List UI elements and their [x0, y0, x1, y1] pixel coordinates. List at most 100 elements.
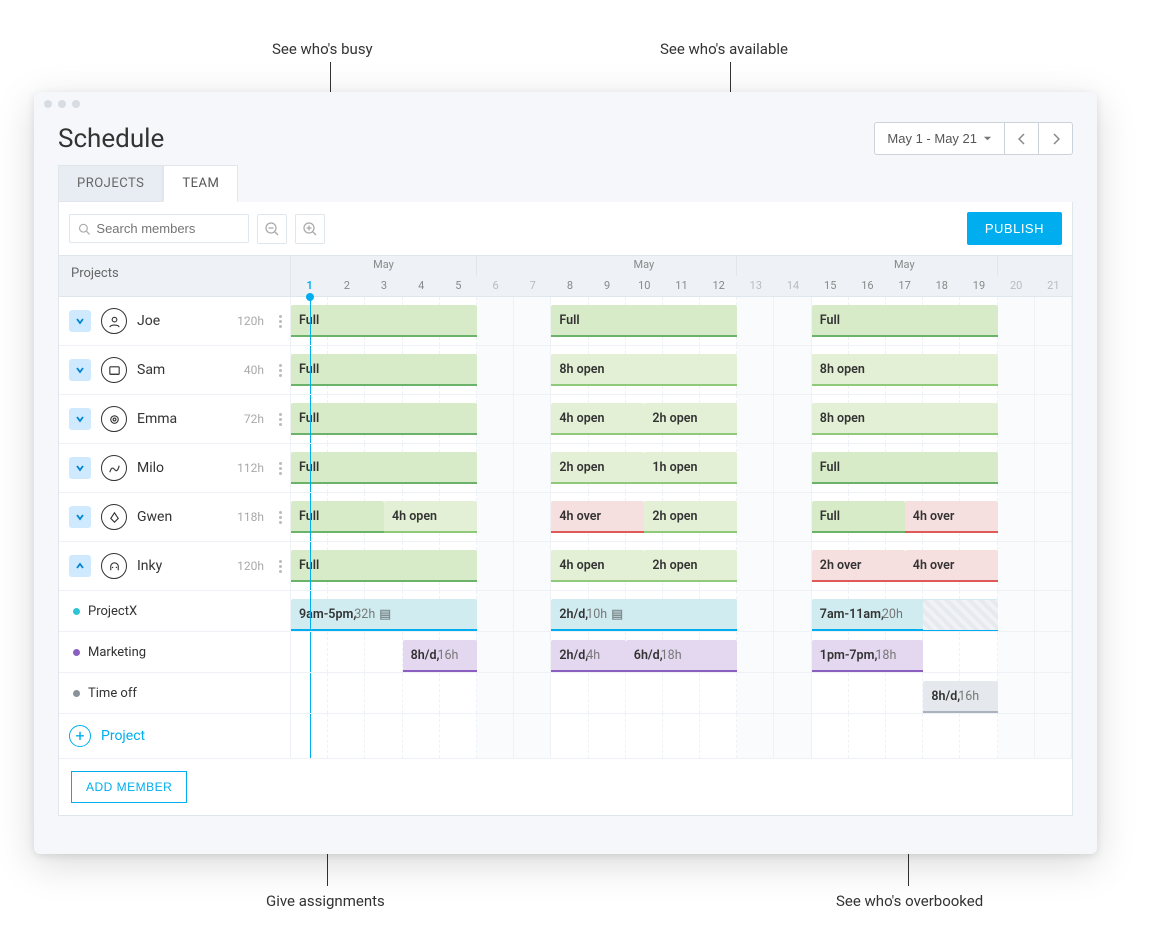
- tab-projects[interactable]: PROJECTS: [58, 165, 163, 202]
- next-range-button[interactable]: [1039, 122, 1073, 155]
- member-hours-milo: 112h: [237, 461, 264, 475]
- member-menu-milo[interactable]: [279, 462, 282, 475]
- member-hours-gwen: 118h: [237, 510, 264, 524]
- avatar-emma: [101, 406, 127, 432]
- schedule-block[interactable]: 4h over: [551, 501, 644, 533]
- member-row-gwen: Gwen 118h Full4h open4h over2h openFull4…: [59, 493, 1072, 542]
- member-row-joe: Joe 120h FullFullFull: [59, 297, 1072, 346]
- schedule-block[interactable]: 9am-5pm, 32h▤: [291, 599, 477, 631]
- project-name-marketing: Marketing: [88, 645, 146, 660]
- schedule-block[interactable]: 4h open: [384, 501, 477, 533]
- annotation-assignments-label: Give assignments: [266, 892, 385, 910]
- month-label: May: [894, 258, 915, 271]
- add-member-button[interactable]: ADD MEMBER: [71, 771, 187, 803]
- day-header-4: 4: [403, 276, 440, 296]
- schedule-block[interactable]: Full: [551, 305, 737, 337]
- schedule-block[interactable]: 4h over: [905, 501, 998, 533]
- day-header-8: 8: [551, 276, 588, 296]
- day-header-6: 6: [477, 276, 514, 296]
- day-header-19: 19: [960, 276, 997, 296]
- schedule-block[interactable]: 6h/d, 18h: [626, 640, 738, 672]
- zoom-in-button[interactable]: [295, 214, 325, 244]
- schedule-block[interactable]: 4h open: [551, 550, 644, 582]
- member-menu-gwen[interactable]: [279, 511, 282, 524]
- expand-toggle-sam[interactable]: [69, 359, 91, 381]
- day-header-5: 5: [440, 276, 477, 296]
- schedule-block[interactable]: Full: [291, 501, 384, 533]
- schedule-block[interactable]: Full: [812, 501, 905, 533]
- schedule-block[interactable]: 2h open: [644, 550, 737, 582]
- day-header-7: 7: [514, 276, 551, 296]
- schedule-block[interactable]: 2h open: [644, 403, 737, 435]
- project-name-timeoff: Time off: [88, 686, 137, 701]
- schedule-block[interactable]: Full: [291, 403, 477, 435]
- publish-button[interactable]: PUBLISH: [967, 212, 1062, 245]
- schedule-block[interactable]: 8h open: [551, 354, 737, 386]
- avatar-milo: [101, 455, 127, 481]
- subrow-timeoff: Time off 8h/d, 16h: [59, 673, 1072, 714]
- annotation-available-label: See who's available: [660, 40, 788, 58]
- schedule-block[interactable]: 1h open: [644, 452, 737, 484]
- project-bullet-marketing: [73, 649, 80, 656]
- schedule-block[interactable]: 2h over: [812, 550, 905, 582]
- member-menu-joe[interactable]: [279, 315, 282, 328]
- app-window: Schedule May 1 - May 21 PROJECTS TEAM: [34, 92, 1097, 854]
- member-menu-sam[interactable]: [279, 364, 282, 377]
- day-header-21: 21: [1035, 276, 1072, 296]
- day-header-13: 13: [737, 276, 774, 296]
- schedule-block[interactable]: 8h open: [812, 354, 998, 386]
- schedule-block[interactable]: 4h over: [905, 550, 998, 582]
- member-hours-joe: 120h: [237, 314, 264, 328]
- tab-team[interactable]: TEAM: [163, 165, 238, 202]
- schedule-block[interactable]: 2h open: [551, 452, 644, 484]
- member-hours-inky: 120h: [237, 559, 264, 573]
- expand-toggle-emma[interactable]: [69, 408, 91, 430]
- member-hours-sam: 40h: [244, 363, 264, 377]
- schedule-block[interactable]: Full: [812, 452, 998, 484]
- member-menu-emma[interactable]: [279, 413, 282, 426]
- schedule-block[interactable]: 8h/d, 16h: [923, 681, 997, 713]
- member-name-inky: Inky: [137, 558, 162, 574]
- search-input[interactable]: [96, 221, 240, 236]
- member-name-sam: Sam: [137, 362, 165, 378]
- schedule-block[interactable]: Full: [291, 305, 477, 337]
- expand-toggle-joe[interactable]: [69, 310, 91, 332]
- schedule-block[interactable]: Full: [291, 354, 477, 386]
- plus-icon: +: [69, 725, 91, 747]
- day-header-14: 14: [774, 276, 811, 296]
- avatar-joe: [101, 308, 127, 334]
- day-header-17: 17: [886, 276, 923, 296]
- prev-range-button[interactable]: [1005, 122, 1039, 155]
- member-name-milo: Milo: [137, 460, 164, 476]
- schedule-block[interactable]: 2h/d, 4h: [551, 640, 625, 672]
- add-project-row: + Project: [59, 714, 1072, 759]
- member-row-sam: Sam 40h Full 8h open 8h open: [59, 346, 1072, 395]
- month-label: May: [373, 258, 394, 271]
- member-menu-inky[interactable]: [279, 560, 282, 573]
- schedule-block[interactable]: Full: [291, 550, 477, 582]
- expand-toggle-milo[interactable]: [69, 457, 91, 479]
- schedule-block[interactable]: 2h open: [644, 501, 737, 533]
- schedule-block[interactable]: 2h/d, 10h▤: [551, 599, 737, 631]
- schedule-block[interactable]: 4h open: [551, 403, 644, 435]
- day-header-12: 12: [700, 276, 737, 296]
- schedule-block[interactable]: 1pm-7pm, 18h: [812, 640, 924, 672]
- day-header-11: 11: [663, 276, 700, 296]
- month-label: May: [634, 258, 655, 271]
- schedule-block[interactable]: Full: [291, 452, 477, 484]
- day-header-20: 20: [998, 276, 1035, 296]
- member-row-emma: Emma 72h Full4h open2h open8h open: [59, 395, 1072, 444]
- zoom-out-button[interactable]: [257, 214, 287, 244]
- schedule-block[interactable]: 8h/d, 16h: [403, 640, 477, 672]
- day-header-2: 2: [328, 276, 365, 296]
- date-range-selector[interactable]: May 1 - May 21: [874, 122, 1005, 155]
- expand-toggle-inky[interactable]: [69, 555, 91, 577]
- add-project-button[interactable]: + Project: [69, 725, 145, 747]
- page-title: Schedule: [58, 124, 164, 154]
- expand-toggle-gwen[interactable]: [69, 506, 91, 528]
- avatar-sam: [101, 357, 127, 383]
- column-header-projects: Projects: [59, 256, 291, 296]
- schedule-block[interactable]: 8h open: [812, 403, 998, 435]
- schedule-block[interactable]: Full: [812, 305, 998, 337]
- annotation-overbooked-label: See who's overbooked: [836, 892, 983, 910]
